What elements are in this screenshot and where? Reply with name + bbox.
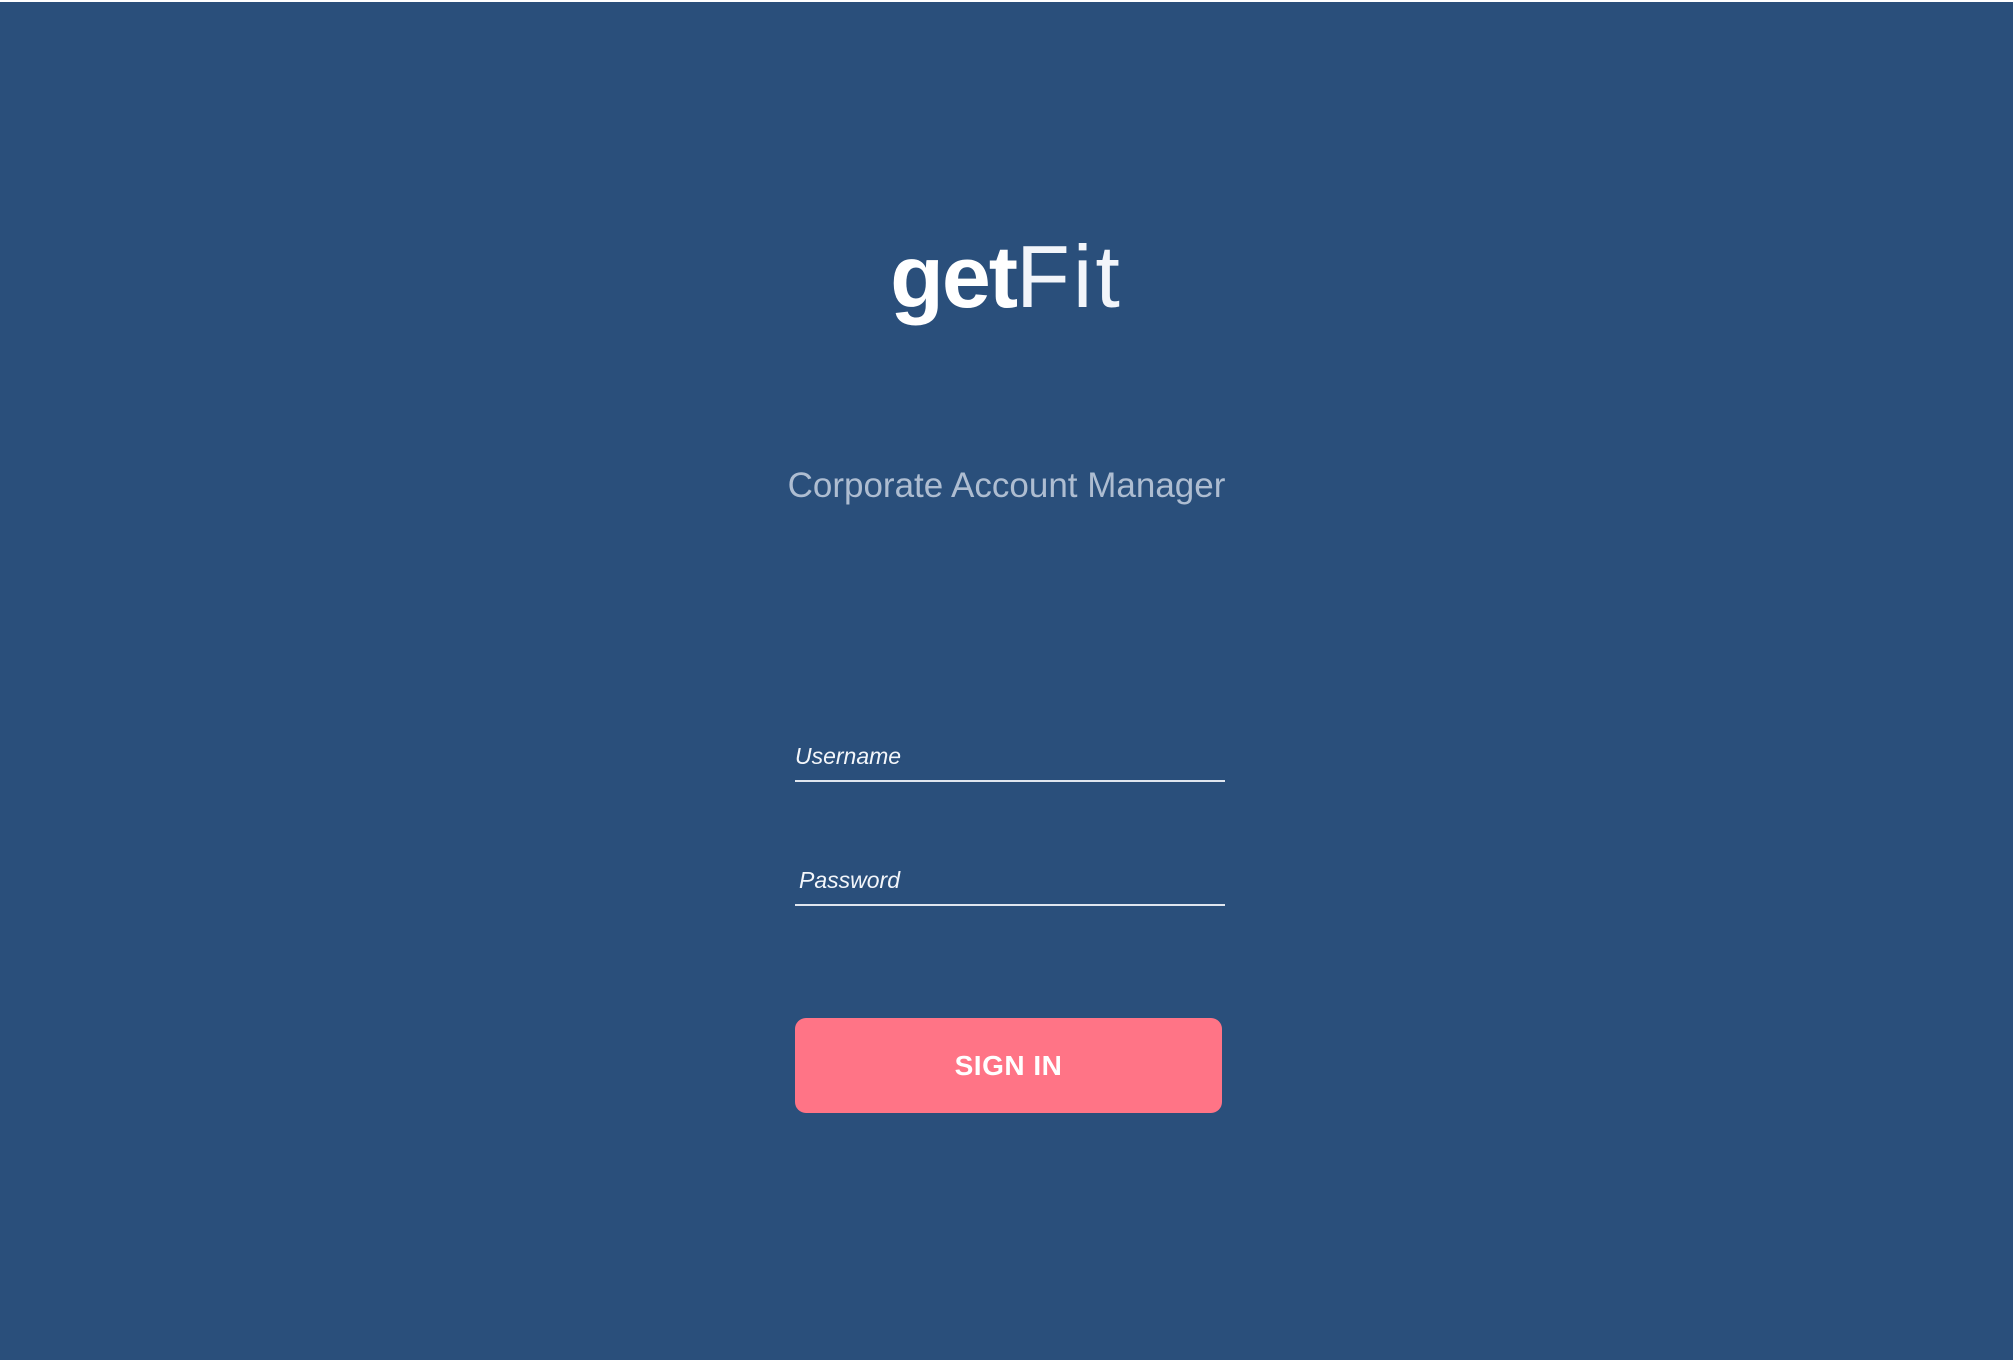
getfit-logo: getFit [0, 227, 2013, 327]
logo-light-text: Fit [1016, 227, 1123, 326]
username-field [795, 732, 1225, 782]
page-subtitle: Corporate Account Manager [787, 466, 1226, 505]
login-screen: getFit Corporate Account Manager SIGN IN [0, 2, 2013, 1360]
password-field [795, 856, 1225, 906]
password-input[interactable] [795, 856, 1225, 904]
username-input[interactable] [795, 732, 1225, 780]
sign-in-button[interactable]: SIGN IN [795, 1018, 1222, 1113]
logo-bold-text: get [890, 227, 1018, 326]
